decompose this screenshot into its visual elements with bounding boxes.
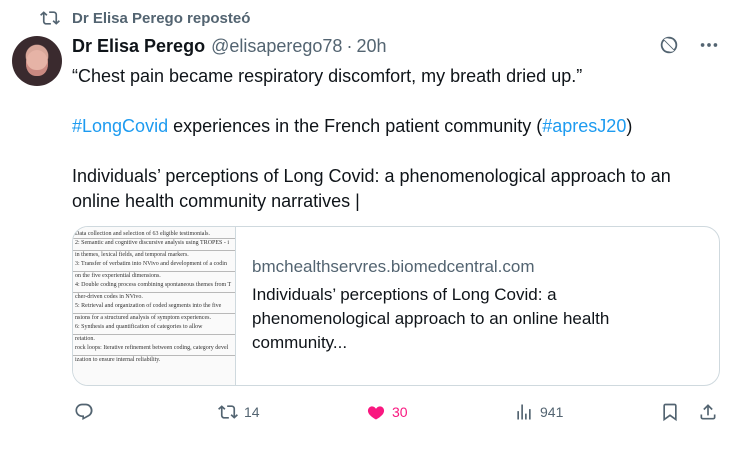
grok-icon[interactable] [658,34,680,56]
thumbnail-text-line: 4: Double coding process combining spont… [75,282,232,288]
thumbnail-text-line: 5: Retrieval and organization of coded s… [75,303,222,309]
card-body: bmchealthservres.biomedcentral.com Indiv… [236,227,688,385]
reply-button[interactable] [74,402,94,422]
thumbnail-text-line: nsions for a structured analysis of symp… [75,315,211,321]
thumbnail-text-line: retation. [75,336,95,342]
tweet-quote: “Chest pain became respiratory discomfor… [72,66,583,86]
separator-dot: · [346,36,353,56]
retweet-button[interactable]: 14 [218,402,260,422]
retweet-icon [218,405,238,419]
author-name[interactable]: Dr Elisa Perego [72,36,205,57]
reply-icon [75,403,93,421]
card-thumbnail: Data collection and selection of 63 elig… [73,227,236,385]
thumbnail-rule [73,334,235,335]
thumbnail-text-line: on the five experiential dimensions. [75,273,161,279]
thumbnail-text-line: Data collection and selection of 63 elig… [75,231,210,237]
bookmark-button[interactable] [660,402,680,422]
more-options-icon[interactable] [698,34,720,56]
views-chart-icon [517,404,531,420]
thumbnail-rule [73,313,235,314]
thumbnail-text-line: 3: Transfer of verbatim into NVivo and d… [75,261,227,267]
card-domain: bmchealthservres.biomedcentral.com [252,257,535,276]
thumbnail-rule [73,250,235,251]
retweet-count: 14 [244,404,260,420]
thumbnail-text-line: cher-driven codes in NVivo. [75,294,143,300]
thumbnail-text-line: 2: Semantic and cognitive discursive ana… [75,240,230,246]
repost-label: Dr Elisa Perego reposteó [72,9,251,27]
thumbnail-text-line: in themes, lexical fields, and temporal … [75,252,189,258]
author-handle[interactable]: @elisaperego78 [211,36,342,57]
thumbnail-rule [73,238,235,239]
views-button[interactable]: 941 [514,402,563,422]
thumbnail-rule [73,355,235,356]
tweet-text: “Chest pain became respiratory discomfor… [72,64,712,214]
timestamp[interactable]: 20h [356,36,386,57]
action-bar: 14 30 941 [72,400,722,430]
hashtag-apresj20[interactable]: #apresJ20 [542,116,626,136]
link-preview-card[interactable]: Data collection and selection of 63 elig… [72,226,720,386]
tweet-header: Dr Elisa Perego @elisaperego78 · 20h [72,36,734,57]
thumbnail-rule [73,292,235,293]
share-button[interactable] [698,402,718,422]
card-title: Individuals’ perceptions of Long Covid: … [252,285,610,352]
views-count: 941 [540,404,564,420]
like-button[interactable]: 30 [366,402,408,422]
share-icon [700,404,716,420]
thumbnail-text-line: rock loops: Iterative refinement between… [75,345,229,351]
tweet-article-title: Individuals’ perceptions of Long Covid: … [72,166,671,211]
thumbnail-text-line: 6: Synthesis and quantification of categ… [75,324,203,330]
thumbnail-text-line: ization to ensure internal reliability. [75,357,161,363]
tweet-line2-end: ) [626,116,633,136]
heart-icon [367,406,385,420]
repost-icon [40,11,60,25]
header-actions [658,34,720,56]
like-count: 30 [392,404,408,420]
tweet-line2-text: experiences in the French patient commun… [168,116,543,136]
thumbnail-rule [73,271,235,272]
tweet-hashtag-line: #LongCovid experiences in the French pat… [72,114,712,139]
repost-context[interactable]: Dr Elisa Perego reposteó [40,8,250,28]
avatar[interactable] [12,36,62,86]
hashtag-longcovid[interactable]: #LongCovid [72,116,168,136]
bookmark-icon [663,403,677,422]
